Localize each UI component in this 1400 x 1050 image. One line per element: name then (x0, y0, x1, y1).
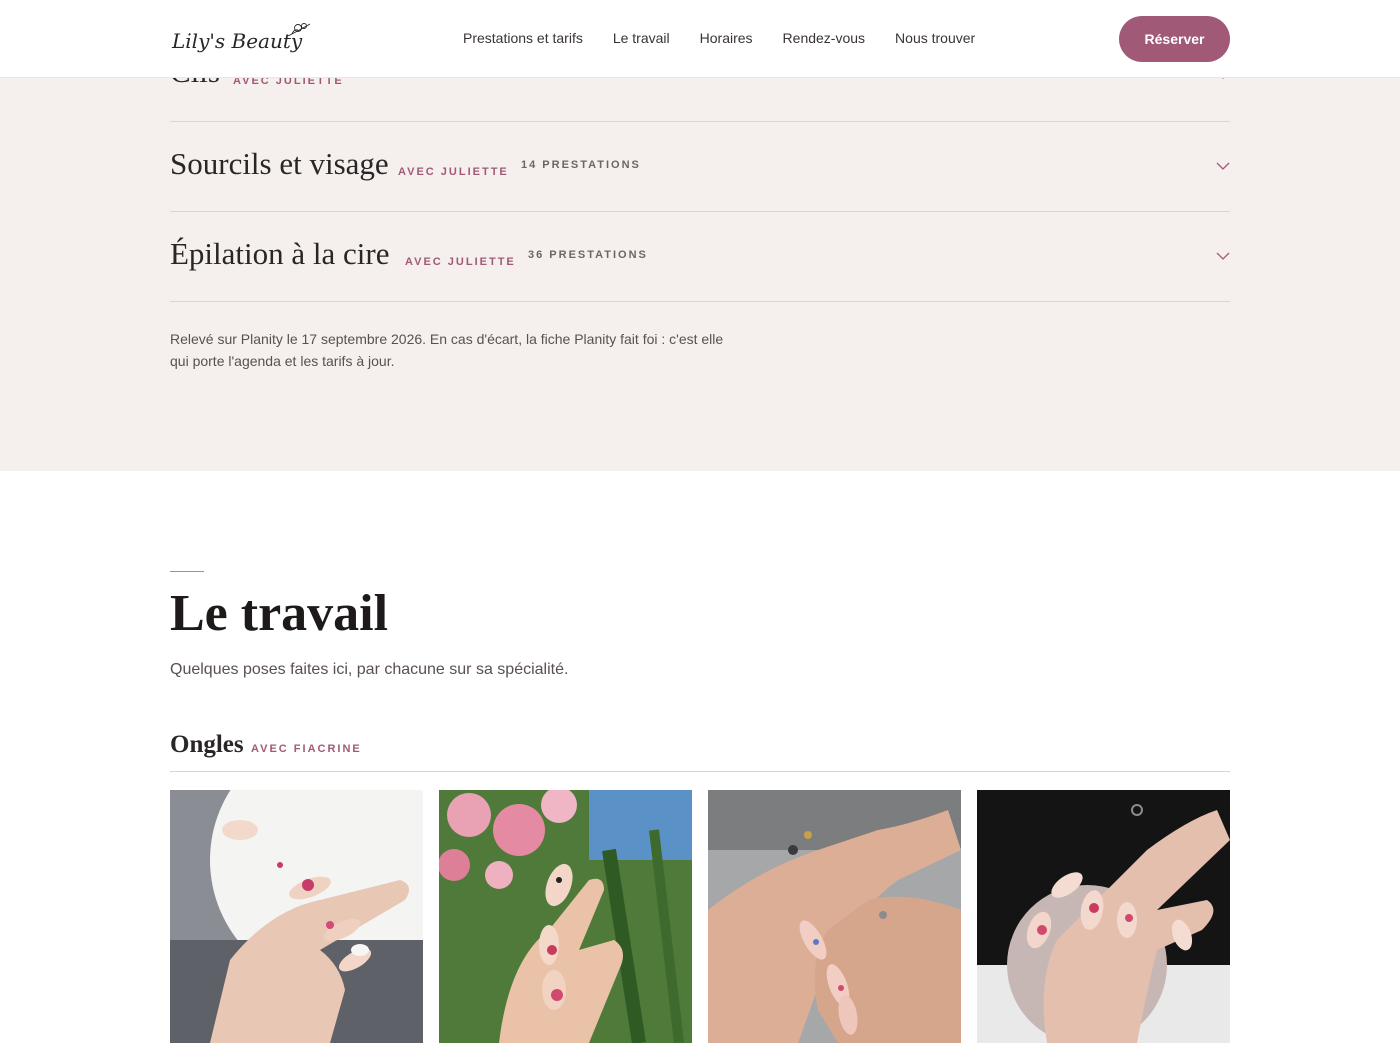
nav-item-nous-trouver[interactable]: Nous trouver (895, 29, 975, 47)
nav-item-travail[interactable]: Le travail (613, 29, 670, 47)
section-subtitle: Quelques poses faites ici, par chacune s… (170, 661, 569, 678)
nav-item-prestations[interactable]: Prestations et tarifs (463, 29, 583, 47)
service-provider: AVEC JULIETTE (398, 166, 509, 178)
logo-text: Lily's Beauty (171, 29, 303, 53)
reserve-button[interactable]: Réserver (1119, 16, 1230, 62)
category-title: Ongles (170, 731, 244, 758)
service-title: Épilation à la cire (170, 236, 390, 271)
service-provider: AVEC JULIETTE (405, 256, 516, 268)
category-divider (170, 771, 1230, 772)
planity-note: Relevé sur Planity le 17 septembre 2026.… (170, 331, 724, 369)
service-title: Sourcils et visage (170, 146, 389, 181)
nav-item-horaires[interactable]: Horaires (700, 29, 753, 47)
service-row-sourcils[interactable]: Sourcils et visage AVEC JULIETTE 14 PRES… (170, 122, 1230, 212)
chevron-down-icon[interactable] (1216, 159, 1230, 173)
nail-photo-3[interactable] (708, 790, 961, 1043)
nail-photo-2[interactable] (439, 790, 692, 1043)
section-title: Le travail (170, 585, 389, 642)
nail-photo-4[interactable] (977, 790, 1230, 1043)
section-rule (170, 571, 204, 572)
service-count: 14 PRESTATIONS (521, 159, 641, 171)
service-count: 36 PRESTATIONS (528, 249, 648, 261)
service-row-epilation[interactable]: Épilation à la cire AVEC JULIETTE 36 PRE… (170, 212, 1230, 302)
nail-photo-1[interactable] (170, 790, 423, 1043)
nav-item-rendez-vous[interactable]: Rendez-vous (783, 29, 866, 47)
site-header: Lily's Beauty Prestations et tarifs Le t… (0, 0, 1400, 78)
category-provider: AVEC FIACRINE (251, 743, 362, 755)
main-nav: Prestations et tarifs Le travail Horaire… (463, 29, 1005, 47)
brand-logo[interactable]: Lily's Beauty (170, 18, 320, 58)
chevron-down-icon[interactable] (1216, 249, 1230, 263)
